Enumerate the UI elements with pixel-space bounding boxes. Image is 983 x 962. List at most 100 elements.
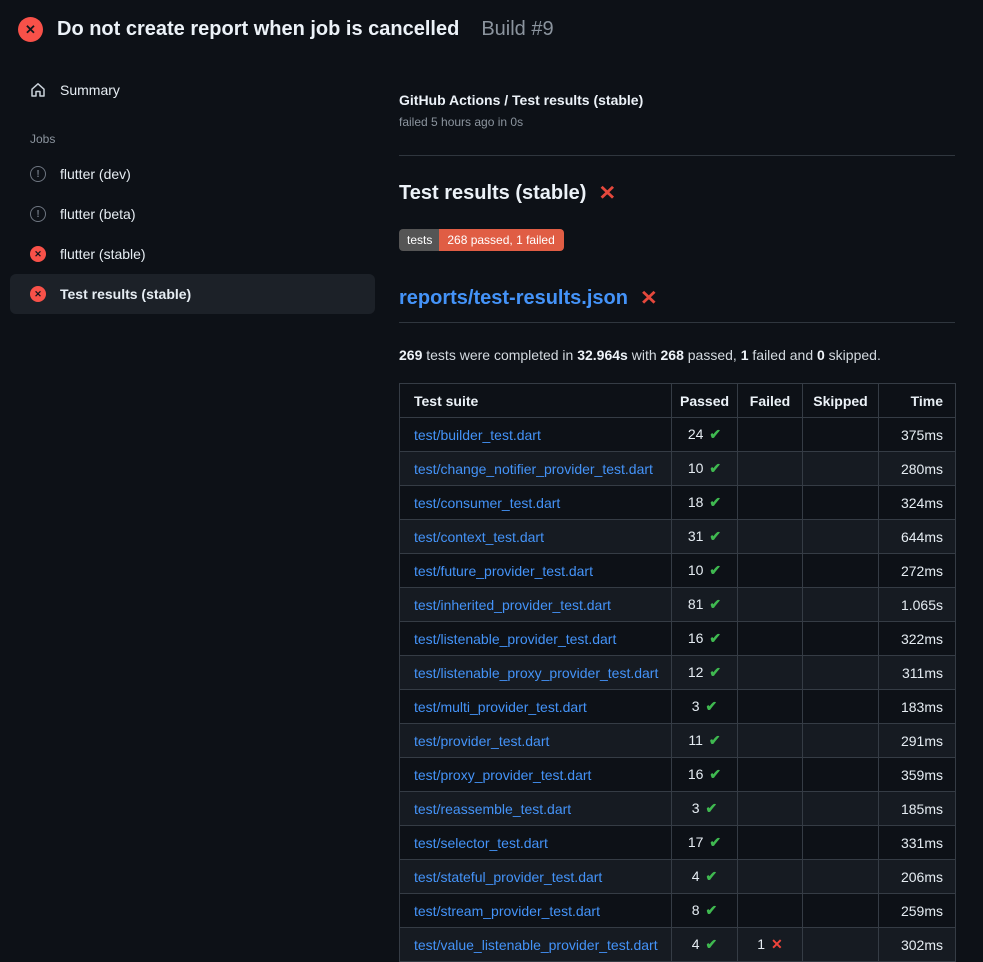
passed-cell: 4 [672, 928, 738, 962]
jobs-section-heading: Jobs [10, 110, 375, 154]
failed-status-icon [30, 246, 46, 262]
passed-count-with-check-icon: 17 [688, 834, 721, 850]
test-suite-link[interactable]: test/reassemble_test.dart [414, 801, 571, 817]
test-suite-cell: test/multi_provider_test.dart [400, 690, 672, 724]
table-row: test/stateful_provider_test.dart 4 206ms [400, 860, 956, 894]
section-title: Test results (stable) [399, 182, 955, 205]
passed-cell: 4 [672, 860, 738, 894]
sidebar-item-flutter-stable[interactable]: flutter (stable) [10, 234, 375, 274]
skipped-cell [803, 588, 879, 622]
failed-status-icon [30, 286, 46, 302]
failed-cell [738, 690, 803, 724]
summary-text-segment: 269 [399, 347, 422, 363]
test-suite-link[interactable]: test/proxy_provider_test.dart [414, 767, 591, 783]
time-cell: 259ms [879, 894, 956, 928]
passed-count-with-check-icon: 16 [688, 630, 721, 646]
test-suite-link[interactable]: test/multi_provider_test.dart [414, 699, 587, 715]
time-cell: 375ms [879, 418, 956, 452]
column-header-time: Time [879, 384, 956, 418]
skipped-cell [803, 690, 879, 724]
table-row: test/provider_test.dart 11 291ms [400, 724, 956, 758]
build-title: Do not create report when job is cancell… [57, 18, 459, 41]
passed-cell: 3 [672, 792, 738, 826]
time-cell: 322ms [879, 622, 956, 656]
test-suite-link[interactable]: test/future_provider_test.dart [414, 563, 593, 579]
test-suite-cell: test/listenable_proxy_provider_test.dart [400, 656, 672, 690]
skipped-cell [803, 656, 879, 690]
test-suite-cell: test/reassemble_test.dart [400, 792, 672, 826]
test-suite-link[interactable]: test/change_notifier_provider_test.dart [414, 461, 653, 477]
failed-cell [738, 622, 803, 656]
skipped-cell [803, 826, 879, 860]
passed-count-with-check-icon: 10 [688, 460, 721, 476]
report-file-link[interactable]: reports/test-results.json [399, 287, 628, 310]
build-header: Do not create report when job is cancell… [0, 0, 983, 56]
test-suite-link[interactable]: test/listenable_proxy_provider_test.dart [414, 665, 658, 681]
passed-count-with-check-icon: 24 [688, 426, 721, 442]
failed-cell [738, 588, 803, 622]
test-suite-link[interactable]: test/stateful_provider_test.dart [414, 869, 602, 885]
test-suite-link[interactable]: test/listenable_provider_test.dart [414, 631, 616, 647]
test-suite-link[interactable]: test/value_listenable_provider_test.dart [414, 937, 658, 953]
passed-cell: 31 [672, 520, 738, 554]
skipped-cell [803, 758, 879, 792]
test-suite-cell: test/inherited_provider_test.dart [400, 588, 672, 622]
time-cell: 280ms [879, 452, 956, 486]
passed-count-with-check-icon: 3 [692, 800, 718, 816]
passed-cell: 3 [672, 690, 738, 724]
test-suite-link[interactable]: test/consumer_test.dart [414, 495, 560, 511]
test-suite-cell: test/change_notifier_provider_test.dart [400, 452, 672, 486]
skipped-cell [803, 724, 879, 758]
column-header-passed: Passed [672, 384, 738, 418]
passed-count-with-check-icon: 11 [688, 732, 720, 748]
failed-cell [738, 486, 803, 520]
passed-count-with-check-icon: 31 [688, 528, 721, 544]
table-row: test/proxy_provider_test.dart 16 359ms [400, 758, 956, 792]
column-header-test-suite: Test suite [400, 384, 672, 418]
sidebar-item-label: flutter (beta) [60, 206, 135, 222]
sidebar-item-flutter-dev[interactable]: flutter (dev) [10, 154, 375, 194]
summary-text-segment: 268 [661, 347, 684, 363]
test-suite-link[interactable]: test/inherited_provider_test.dart [414, 597, 611, 613]
passed-count-with-check-icon: 10 [688, 562, 721, 578]
failed-cell [738, 656, 803, 690]
test-suite-cell: test/provider_test.dart [400, 724, 672, 758]
table-row: test/reassemble_test.dart 3 185ms [400, 792, 956, 826]
failed-x-icon [598, 184, 616, 204]
test-suite-link[interactable]: test/selector_test.dart [414, 835, 548, 851]
sidebar-item-summary[interactable]: Summary [10, 70, 375, 110]
passed-cell: 17 [672, 826, 738, 860]
neutral-status-icon [30, 166, 46, 182]
table-row: test/inherited_provider_test.dart 81 1.0… [400, 588, 956, 622]
test-suite-link[interactable]: test/stream_provider_test.dart [414, 903, 600, 919]
test-suite-cell: test/proxy_provider_test.dart [400, 758, 672, 792]
sidebar-item-flutter-beta[interactable]: flutter (beta) [10, 194, 375, 234]
table-row: test/selector_test.dart 17 331ms [400, 826, 956, 860]
test-suite-link[interactable]: test/context_test.dart [414, 529, 544, 545]
passed-cell: 18 [672, 486, 738, 520]
table-row: test/builder_test.dart 24 375ms [400, 418, 956, 452]
time-cell: 1.065s [879, 588, 956, 622]
sidebar-item-label: Test results (stable) [60, 286, 191, 302]
failed-x-icon [640, 289, 658, 309]
test-suite-link[interactable]: test/provider_test.dart [414, 733, 549, 749]
sidebar-item-label: flutter (dev) [60, 166, 131, 182]
table-row: test/change_notifier_provider_test.dart … [400, 452, 956, 486]
test-suite-cell: test/future_provider_test.dart [400, 554, 672, 588]
summary-text-segment: with [628, 347, 661, 363]
passed-cell: 8 [672, 894, 738, 928]
passed-cell: 16 [672, 622, 738, 656]
skipped-cell [803, 486, 879, 520]
test-suite-link[interactable]: test/builder_test.dart [414, 427, 541, 443]
summary-text-segment: tests were completed in [422, 347, 577, 363]
table-header-row: Test suite Passed Failed Skipped Time [400, 384, 956, 418]
sidebar-item-test-results-stable[interactable]: Test results (stable) [10, 274, 375, 314]
passed-count-with-check-icon: 12 [688, 664, 721, 680]
skipped-cell [803, 860, 879, 894]
test-suite-cell: test/listenable_provider_test.dart [400, 622, 672, 656]
skipped-cell [803, 622, 879, 656]
jobs-sidebar: Summary Jobs flutter (dev) flutter (beta… [0, 56, 399, 314]
tests-status-badge: tests 268 passed, 1 failed [399, 229, 564, 251]
passed-cell: 10 [672, 452, 738, 486]
passed-count-with-check-icon: 4 [692, 868, 718, 884]
